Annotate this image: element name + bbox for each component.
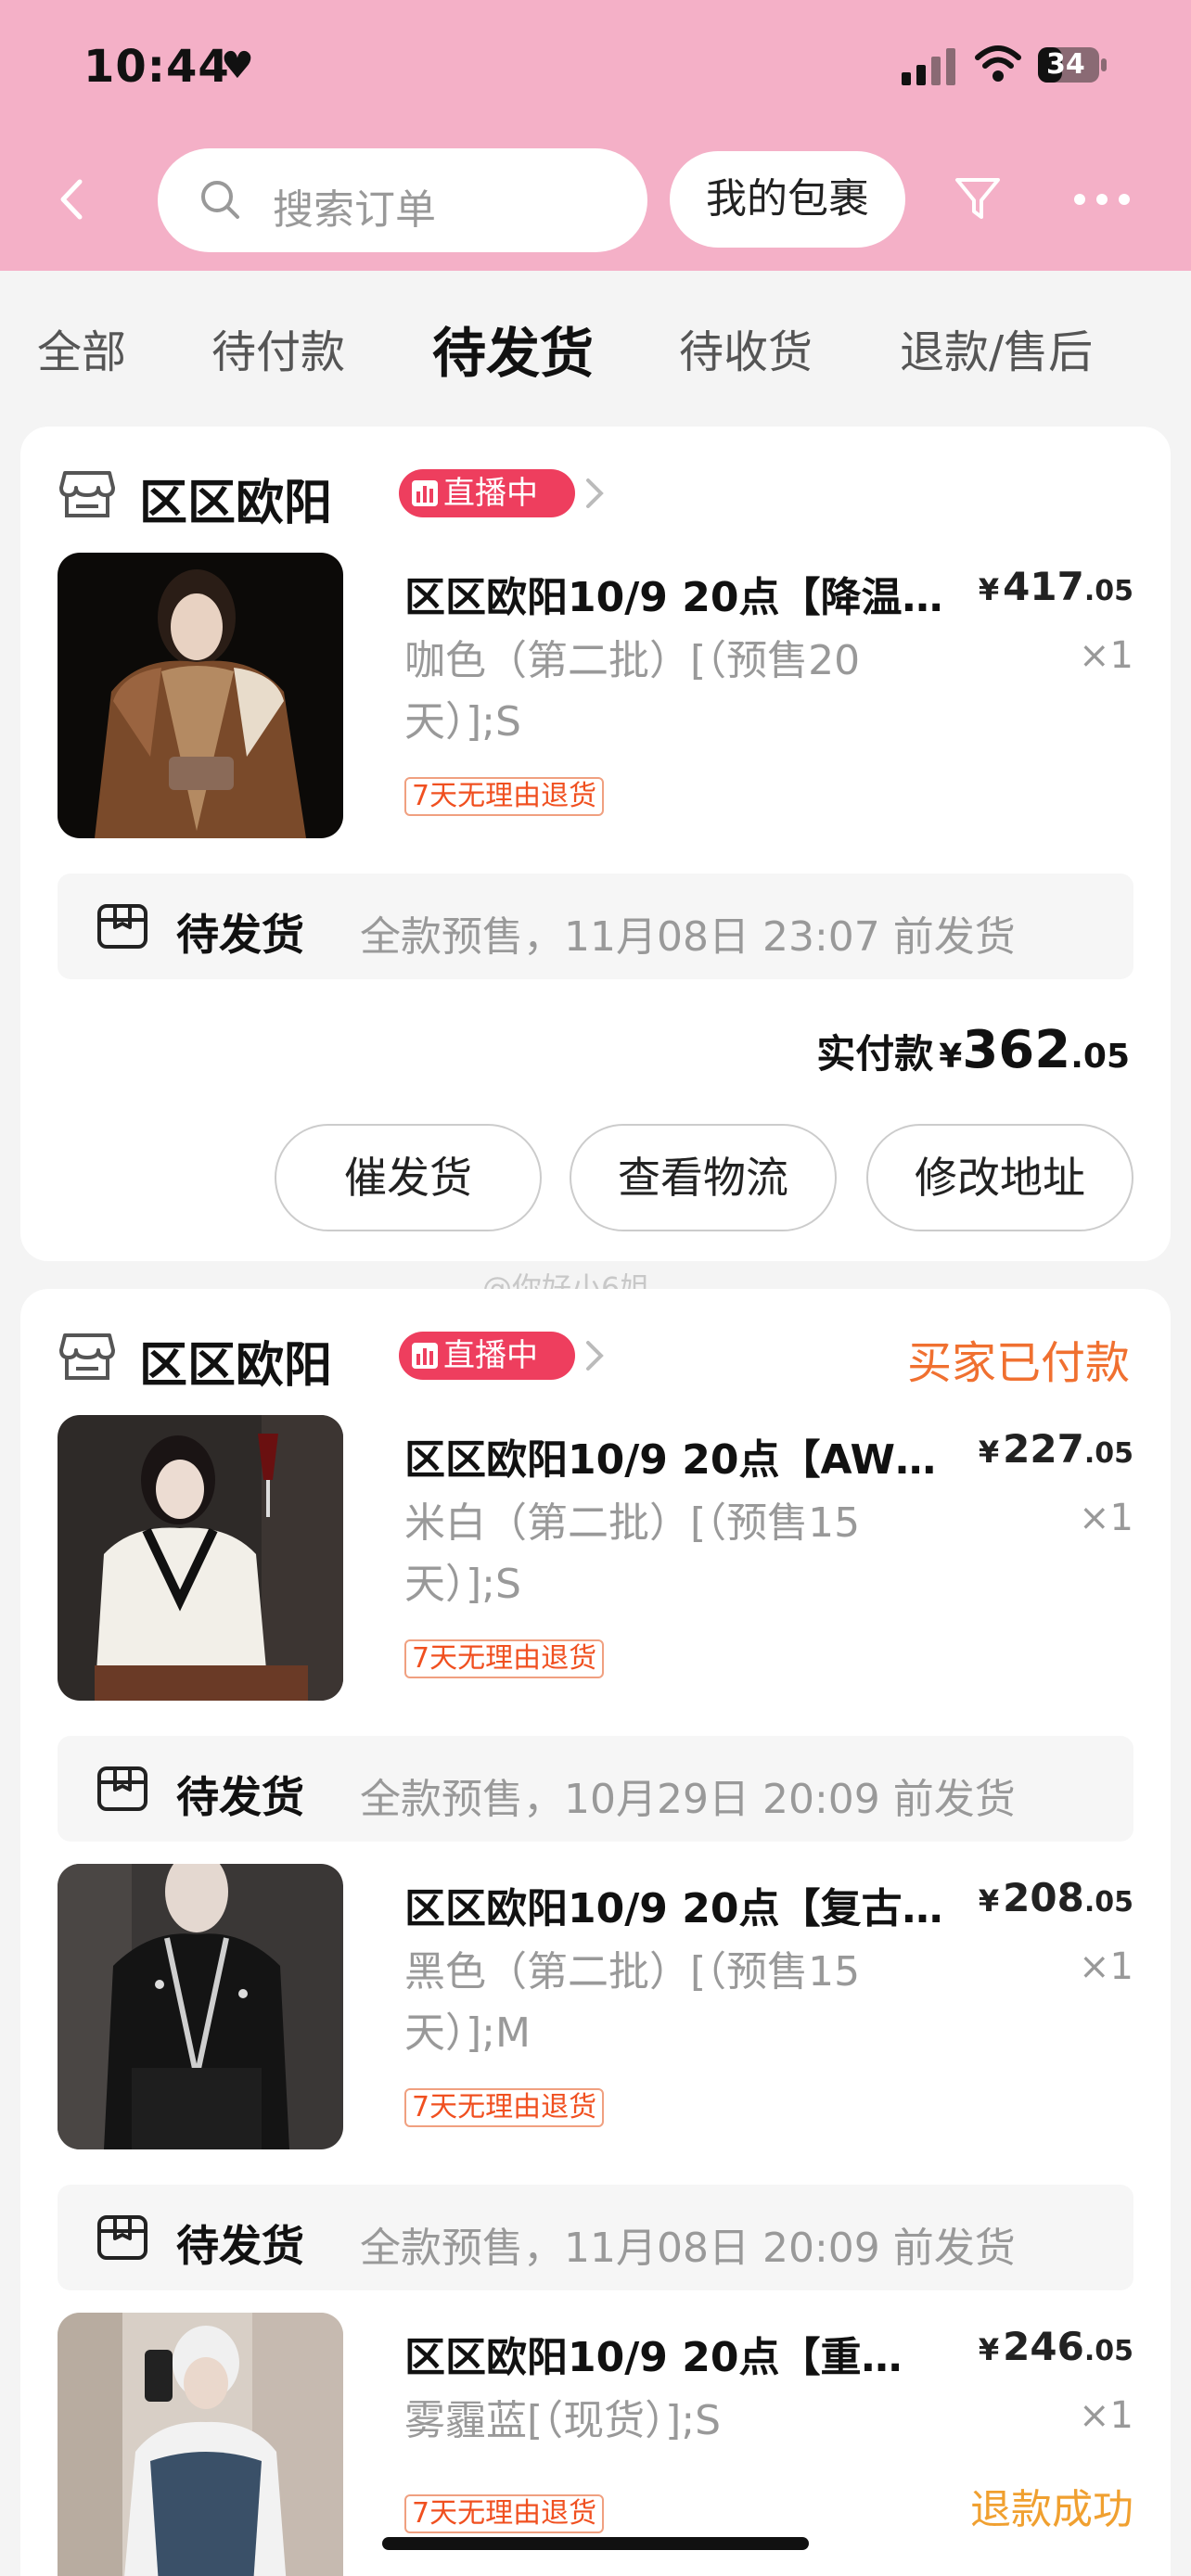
sku-line: 天）];M: [404, 2009, 531, 2057]
package-icon: [97, 1766, 147, 1811]
store-name: 区区欧阳: [139, 1338, 333, 1394]
product-quantity: ×1: [1079, 1497, 1133, 1539]
my-packages-button[interactable]: 我的包裹: [670, 151, 905, 248]
store-row[interactable]: 区区欧阳 直播中: [59, 456, 634, 531]
price-integer: 227: [1003, 1426, 1084, 1472]
top-header: 10:44 ♥ 34 搜索订单 我的包裹: [0, 0, 1191, 271]
live-bars-icon: [412, 480, 438, 506]
sku-line: 咖色（第二批）[（预售20: [404, 637, 861, 684]
search-icon: [201, 181, 239, 219]
store-name: 区区欧阳: [139, 476, 333, 531]
live-badge-label: 直播中: [443, 1337, 538, 1374]
shipping-info[interactable]: 待发货 全款预售，10月29日 20:09 前发货: [58, 1736, 1133, 1842]
view-logistics-button[interactable]: 查看物流: [570, 1124, 837, 1231]
live-badge-label: 直播中: [443, 475, 538, 512]
price-decimal: .05: [1083, 575, 1133, 607]
chevron-right-icon: [586, 1341, 604, 1371]
urge-shipment-button[interactable]: 催发货: [275, 1124, 542, 1231]
product-title[interactable]: 区区欧阳10/9 20点【AW…: [404, 1426, 998, 1486]
shipment-deadline: 全款预售，11月08日 23:07 前发货: [360, 913, 1016, 961]
product-title[interactable]: 区区欧阳10/9 20点【重…: [404, 2324, 998, 2383]
product-thumbnail[interactable]: [58, 1415, 343, 1701]
package-icon: [97, 904, 147, 949]
amount-paid-integer: 362: [962, 1020, 1071, 1080]
filter-icon[interactable]: [954, 174, 1002, 223]
tab-pending-payment[interactable]: 待付款: [211, 315, 345, 380]
price-integer: 417: [1003, 564, 1084, 609]
shipping-info[interactable]: 待发货 全款预售，11月08日 20:09 前发货: [58, 2185, 1133, 2290]
order-status: 买家已付款: [906, 1337, 1130, 1389]
refund-status: 退款成功: [970, 2486, 1133, 2533]
tab-all[interactable]: 全部: [37, 315, 126, 380]
return-policy-tag: 7天无理由退货: [404, 2494, 605, 2533]
live-bars-icon: [412, 1343, 438, 1369]
shipment-deadline: 全款预售，11月08日 20:09 前发货: [360, 2225, 1016, 2272]
search-placeholder: 搜索订单: [273, 186, 436, 234]
tab-pending-receipt[interactable]: 待收货: [679, 315, 813, 380]
wifi-icon: [975, 45, 1021, 82]
chevron-right-icon: [586, 478, 604, 508]
store-row[interactable]: 区区欧阳 直播中: [59, 1319, 634, 1394]
amount-paid-label: 实付款: [816, 1031, 934, 1077]
shipment-deadline: 全款预售，10月29日 20:09 前发货: [360, 1776, 1016, 1823]
order-item[interactable]: 区区欧阳10/9 20点【降温… ¥417.05 咖色（第二批）[（预售20 天）…: [58, 553, 1133, 840]
search-input[interactable]: 搜索订单: [158, 148, 647, 252]
battery-level: 34: [1046, 48, 1085, 81]
package-icon: [97, 2215, 147, 2260]
product-title[interactable]: 区区欧阳10/9 20点【复古…: [404, 1875, 998, 1934]
amount-paid: 实付款 ¥362.05: [816, 1020, 1130, 1080]
shipment-status: 待发货: [176, 910, 304, 960]
product-thumbnail[interactable]: [58, 1864, 343, 2149]
return-policy-tag: 7天无理由退货: [404, 1639, 605, 1678]
price-decimal: .05: [1083, 1886, 1133, 1919]
battery-icon: 34: [1037, 46, 1108, 83]
product-sku: 米白（第二批）[（预售15 天）];S: [404, 1493, 961, 1615]
product-price: ¥417.05: [978, 564, 1133, 609]
sku-line: 米白（第二批）[（预售15: [404, 1499, 861, 1547]
product-quantity: ×1: [1079, 1945, 1133, 1988]
price-decimal: .05: [1083, 2335, 1133, 2367]
product-quantity: ×1: [1079, 2394, 1133, 2437]
status-time: 10:44: [83, 41, 230, 93]
order-tabs: 全部 待付款 待发货 待收货 退款/售后: [0, 271, 1191, 419]
store-icon: [59, 1333, 115, 1380]
tab-pending-shipment[interactable]: 待发货: [432, 310, 594, 388]
product-thumbnail[interactable]: [58, 2313, 343, 2576]
signal-icon: [902, 48, 955, 85]
sku-line: 天）];S: [404, 1561, 521, 1608]
product-price: ¥227.05: [978, 1426, 1133, 1472]
product-title[interactable]: 区区欧阳10/9 20点【降温…: [404, 564, 998, 623]
order-item[interactable]: 区区欧阳10/9 20点【复古… ¥208.05 黑色（第二批）[（预售15 天）…: [58, 1864, 1133, 2151]
product-price: ¥246.05: [978, 2324, 1133, 2369]
order-card: 区区欧阳 直播中 买家已付款 区区欧阳10/9 20点【AW… ¥227.05 …: [20, 1289, 1171, 2576]
price-decimal: .05: [1083, 1437, 1133, 1470]
heart-icon: ♥: [221, 45, 254, 87]
price-integer: 208: [1003, 1875, 1084, 1920]
home-indicator: [382, 2537, 809, 2550]
return-policy-tag: 7天无理由退货: [404, 777, 605, 816]
back-icon[interactable]: [54, 176, 91, 223]
product-sku: 咖色（第二批）[（预售20 天）];S: [404, 631, 961, 753]
store-icon: [59, 471, 115, 517]
price-integer: 246: [1003, 2324, 1084, 2369]
sku-line: 天）];S: [404, 698, 521, 746]
product-quantity: ×1: [1079, 634, 1133, 677]
return-policy-tag: 7天无理由退货: [404, 2088, 605, 2127]
order-card: 区区欧阳 直播中 区区欧阳10/9 20点【降温… ¥417.05 咖色（第二批…: [20, 427, 1171, 1261]
shipping-info[interactable]: 待发货 全款预售，11月08日 23:07 前发货: [58, 874, 1133, 979]
tab-refund-aftersale[interactable]: 退款/售后: [900, 315, 1093, 380]
order-item[interactable]: 区区欧阳10/9 20点【AW… ¥227.05 米白（第二批）[（预售15 天）…: [58, 1415, 1133, 1702]
product-price: ¥208.05: [978, 1875, 1133, 1920]
product-thumbnail[interactable]: [58, 553, 343, 838]
amount-paid-decimal: .05: [1070, 1038, 1130, 1076]
product-sku: 黑色（第二批）[（预售15 天）];M: [404, 1942, 961, 2064]
more-icon[interactable]: [1072, 189, 1132, 210]
live-badge: 直播中: [399, 469, 575, 517]
live-badge: 直播中: [399, 1332, 575, 1380]
sku-line: 黑色（第二批）[（预售15: [404, 1948, 861, 1996]
change-address-button[interactable]: 修改地址: [866, 1124, 1133, 1231]
shipment-status: 待发货: [176, 2221, 304, 2271]
product-sku: 雾霾蓝[（现货）];S: [404, 2397, 722, 2444]
shipment-status: 待发货: [176, 1772, 304, 1822]
